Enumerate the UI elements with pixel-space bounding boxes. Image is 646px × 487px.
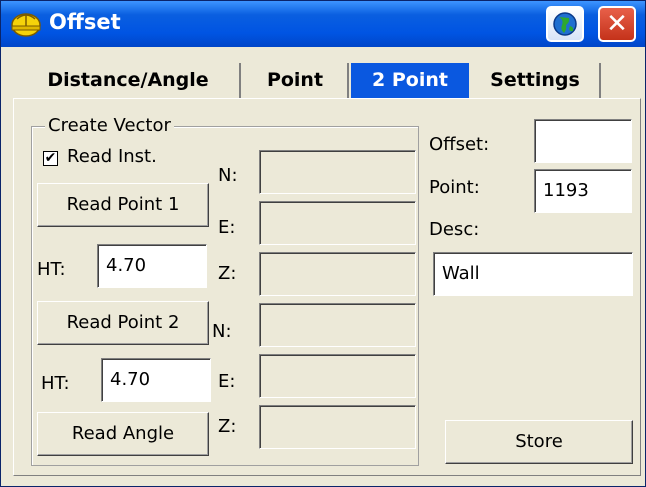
z2-readout (259, 405, 416, 449)
tab-2-point[interactable]: 2 Point (351, 63, 469, 99)
close-button[interactable]: ✕ (598, 6, 636, 42)
z1-readout (259, 252, 416, 296)
close-icon: ✕ (606, 9, 628, 39)
n2-label: N: (212, 321, 232, 342)
ht1-label: HT: (37, 259, 66, 280)
ht1-field[interactable]: 4.70 (97, 244, 207, 288)
tab-point[interactable]: Point (243, 63, 349, 99)
group-label: Create Vector (45, 115, 174, 136)
ht2-field[interactable]: 4.70 (101, 358, 211, 402)
n1-readout (259, 150, 416, 194)
read-angle-button[interactable]: Read Angle (37, 412, 209, 456)
point-label: Point: (429, 177, 480, 198)
e2-label: E: (218, 371, 236, 392)
title-bar: Offset ✕ (1, 1, 645, 47)
tab-distance-angle[interactable]: Distance/Angle (17, 63, 241, 99)
read-inst-label: Read Inst. (67, 146, 157, 167)
e1-label: E: (218, 217, 236, 238)
hardhat-icon (11, 13, 41, 37)
z1-label: Z: (218, 263, 237, 284)
ht2-label: HT: (41, 373, 70, 394)
read-point-1-button[interactable]: Read Point 1 (37, 183, 209, 227)
offset-window: Offset ✕ Distance/Angle Point 2 Point Se… (0, 0, 646, 487)
offset-label: Offset: (429, 134, 490, 155)
desc-label: Desc: (429, 219, 480, 240)
globe-icon (553, 12, 577, 36)
n2-readout (259, 303, 416, 347)
window-title: Offset (49, 10, 121, 34)
store-button[interactable]: Store (445, 420, 633, 464)
e2-readout (259, 354, 416, 398)
z2-label: Z: (218, 416, 237, 437)
offset-field[interactable] (534, 119, 632, 163)
globe-button[interactable] (546, 6, 584, 42)
tab-settings[interactable]: Settings (471, 63, 601, 99)
read-inst-checkbox[interactable]: ✔ (43, 151, 58, 166)
desc-field[interactable]: Wall (433, 252, 633, 296)
point-field[interactable]: 1193 (534, 169, 632, 213)
read-point-2-button[interactable]: Read Point 2 (37, 301, 209, 345)
e1-readout (259, 201, 416, 245)
n1-label: N: (218, 165, 238, 186)
